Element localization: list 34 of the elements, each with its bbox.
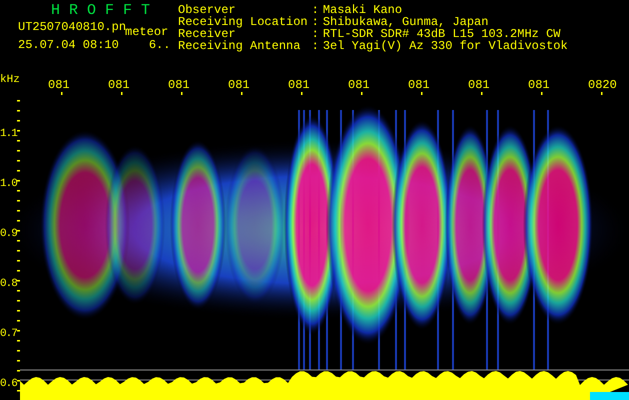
info-value: Shibukawa, Gunma, Japan [322,16,490,28]
app-title: HROFFT [50,1,160,21]
time-axis-label: 081 [228,78,251,92]
frequency-axis-label: 0.7 [0,328,17,340]
info-separator: : [312,16,319,28]
info-separator: : [312,28,319,40]
info-separator: : [312,40,319,52]
time-axis-label: 081 [468,78,491,92]
frequency-axis-label: 0.9 [0,228,17,240]
info-separator: : [312,4,319,16]
time-axis-label: 0820 [588,78,618,92]
info-label: Receiving Location [178,16,308,28]
info-value: RTL-SDR SDR# 43dB L15 103.2MHz CW [322,28,560,40]
info-value: Masaki Kano [322,4,404,16]
time-axis-label: 081 [168,78,191,92]
file-name: UT2507040810.pn [18,21,126,33]
time-axis-label: 081 [288,78,311,92]
info-label: Receiving Antenna [178,40,302,52]
frequency-axis-label: 0.8 [0,278,17,290]
time-axis-label: 081 [408,78,431,92]
axis-unit-label: kHz [0,74,20,86]
frequency-axis-label: 1.0 [0,178,17,190]
frequency-axis-label: 1.1 [0,128,17,140]
count-label: 6.. [148,39,170,51]
frequency-axis-label: 0.6 [0,378,17,390]
info-label: Receiver [178,28,236,40]
time-axis-label: 081 [348,78,371,92]
time-axis-label: 081 [48,78,71,92]
timestamp: 25.07.04 08:10 [18,39,119,51]
info-label: Observer [178,4,236,16]
time-axis-label: 081 [108,78,131,92]
time-axis-label: 081 [528,78,551,92]
mode-label: meteor [125,26,168,38]
info-value: 3el Yagi(V) Az 330 for Vladivostok [322,40,568,52]
